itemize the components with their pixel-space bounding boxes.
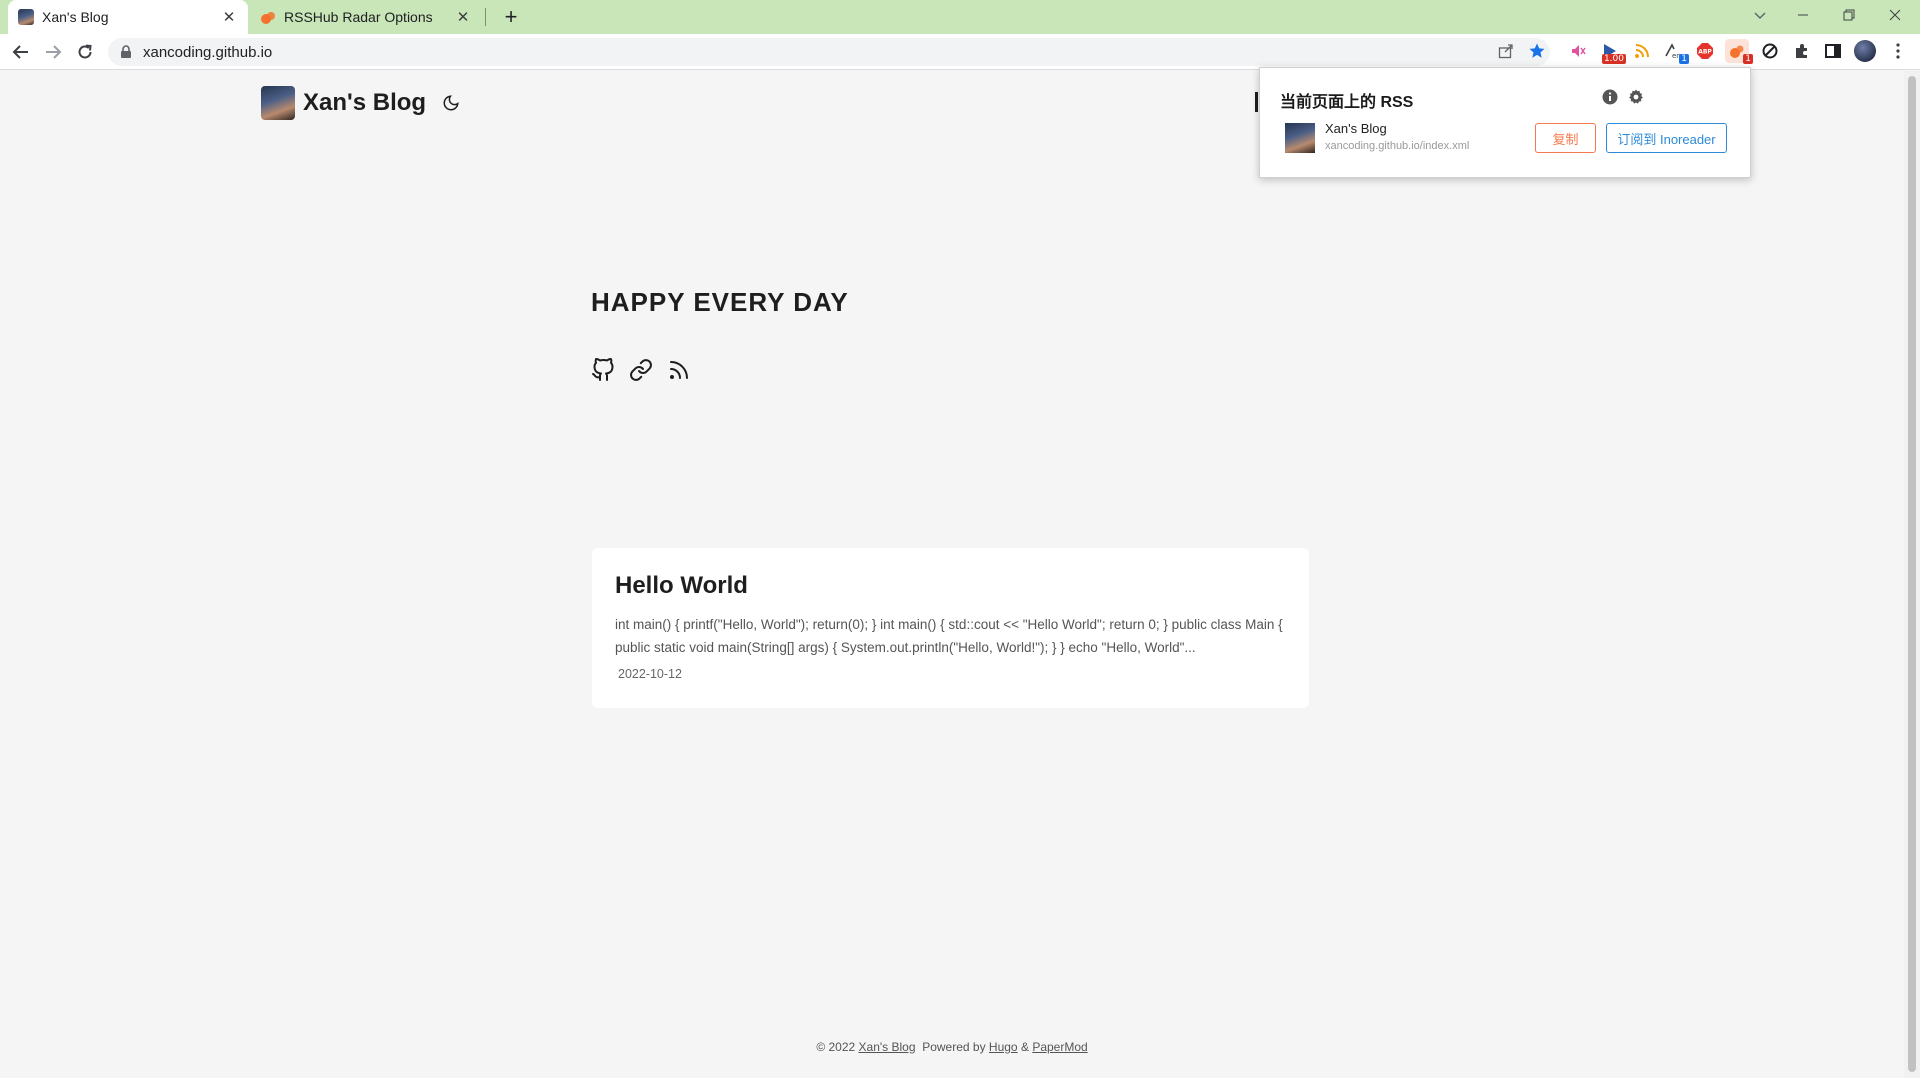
side-panel-icon[interactable] [1821, 39, 1845, 63]
lock-icon [120, 45, 134, 59]
post-summary: int main() { printf("Hello, World"); ret… [615, 617, 1283, 655]
forward-arrow-icon[interactable] [40, 39, 66, 65]
footer-hugo-link[interactable]: Hugo [989, 1040, 1018, 1054]
extensions-puzzle-icon[interactable] [1790, 39, 1814, 63]
footer-site-link[interactable]: Xan's Blog [859, 1040, 916, 1054]
translate-extension-icon[interactable]: en 1 [1661, 39, 1689, 64]
browser-toolbar: xancoding.github.io 1.00 en 1 ABP 1 [0, 34, 1920, 70]
post-entry[interactable]: Hello World int main() { printf("Hello, … [592, 548, 1309, 708]
info-icon[interactable] [1601, 88, 1619, 106]
restore-icon[interactable] [1826, 0, 1872, 30]
popup-title: 当前页面上的 RSS [1280, 94, 1414, 111]
browser-menu-icon[interactable] [1886, 39, 1910, 63]
menu-link[interactable] [1255, 92, 1258, 112]
gear-icon[interactable] [1627, 88, 1645, 106]
link-icon[interactable] [629, 358, 653, 382]
blog-favicon-icon [18, 9, 34, 25]
speed-badge: 1.00 [1601, 54, 1626, 64]
minimize-icon[interactable] [1780, 0, 1826, 30]
moon-icon[interactable] [440, 92, 462, 114]
page-footer: © 2022 Xan's Blog Powered by Hugo & Pape… [0, 1040, 1904, 1054]
translate-badge: 1 [1679, 54, 1689, 64]
tab-title: Xan's Blog [42, 9, 109, 25]
footer-ampersand: & [1020, 1040, 1029, 1054]
tab-separator [485, 8, 486, 26]
video-speed-extension-icon[interactable]: 1.00 [1598, 39, 1626, 64]
profile-avatar[interactable] [1853, 39, 1877, 63]
tab-strip: Xan's Blog ✕ RSSHub Radar Options ✕ + [0, 0, 1920, 34]
volume-extension-icon[interactable] [1566, 39, 1590, 63]
feed-url: xancoding.github.io/index.xml [1325, 140, 1470, 152]
scrollbar-thumb[interactable] [1908, 76, 1916, 1072]
back-arrow-icon[interactable] [8, 39, 34, 65]
adblock-plus-icon[interactable]: ABP [1693, 39, 1717, 63]
footer-copyright: © 2022 [816, 1040, 856, 1054]
post-title[interactable]: Hello World [615, 572, 1286, 600]
feed-name: Xan's Blog [1325, 121, 1387, 136]
address-url: xancoding.github.io [143, 43, 273, 61]
footer-papermod-link[interactable]: PaperMod [1032, 1040, 1087, 1054]
site-logo-image[interactable] [261, 86, 295, 120]
social-icons [591, 358, 691, 382]
rsshub-badge: 1 [1743, 54, 1753, 64]
tab-xans-blog[interactable]: Xan's Blog ✕ [8, 0, 248, 34]
rsshub-favicon-icon [260, 9, 276, 25]
tab-title: RSSHub Radar Options [284, 9, 433, 25]
rsshub-radar-popup: 当前页面上的 RSS Xan's Blog xancoding.github.i… [1259, 67, 1751, 178]
copy-button[interactable]: 复制 [1535, 123, 1596, 153]
post-date: 2022-10-12 [618, 667, 682, 681]
site-header: Xan's Blog [261, 86, 462, 120]
rsshub-radar-extension-icon[interactable]: 1 [1725, 39, 1753, 64]
feed-avatar [1285, 123, 1315, 153]
reload-icon[interactable] [72, 39, 98, 65]
tab-close-icon[interactable]: ✕ [454, 8, 472, 26]
new-tab-button[interactable]: + [498, 4, 524, 30]
address-bar[interactable]: xancoding.github.io [108, 38, 1550, 66]
close-window-icon[interactable] [1872, 0, 1918, 30]
tab-search-icon[interactable] [1737, 0, 1783, 30]
block-site-extension-icon[interactable] [1758, 39, 1782, 63]
bookmark-star-icon[interactable] [1525, 39, 1549, 63]
site-title-link[interactable]: Xan's Blog [303, 89, 426, 117]
rss-icon[interactable] [667, 358, 691, 382]
tab-rsshub-options[interactable]: RSSHub Radar Options ✕ [250, 0, 482, 34]
subscribe-inoreader-button[interactable]: 订阅到 Inoreader [1606, 123, 1727, 153]
footer-powered-by: Powered by [922, 1040, 986, 1054]
home-info-title: HAPPY EVERY DAY [591, 287, 849, 317]
rss-extension-icon[interactable] [1630, 39, 1654, 63]
github-icon[interactable] [591, 358, 615, 382]
share-icon[interactable] [1494, 39, 1518, 63]
tab-close-icon[interactable]: ✕ [220, 8, 238, 26]
abp-label: ABP [1698, 49, 1712, 56]
